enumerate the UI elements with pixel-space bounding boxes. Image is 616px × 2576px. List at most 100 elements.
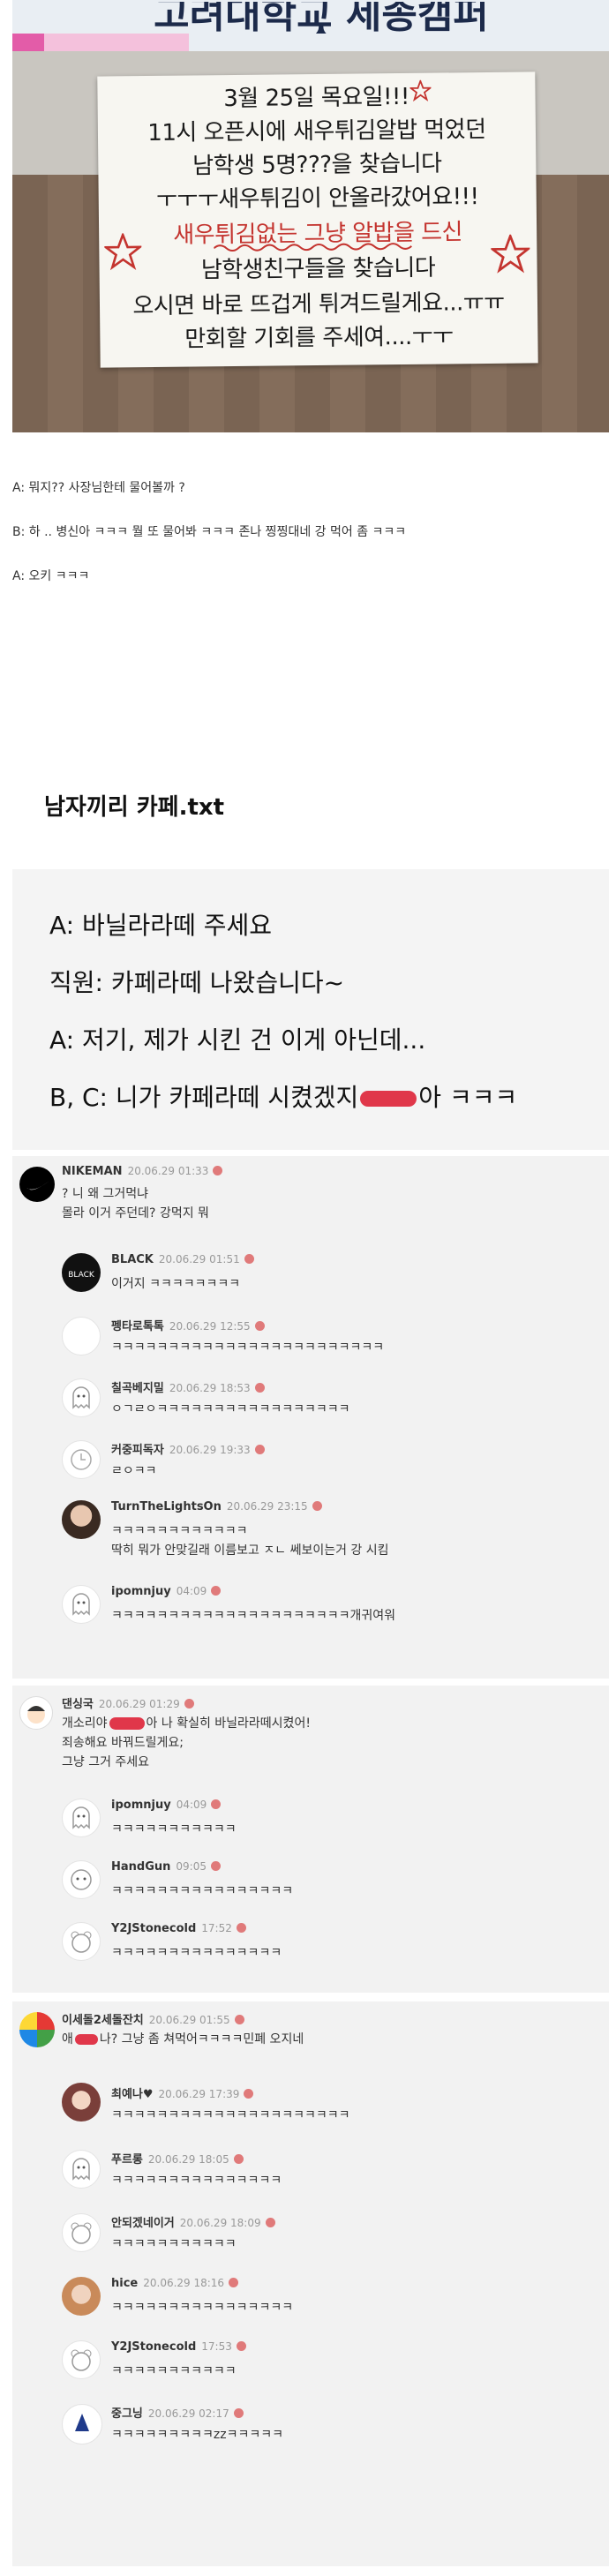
- bear-icon: [71, 2222, 92, 2244]
- section-title: 남자끼리 카페.txt: [44, 794, 225, 821]
- notice-photo: 고려대학교 세종캠퍼스 3월 25일 목요일!!! 11시 오픈시에 새우튀김알…: [12, 0, 609, 432]
- ghost-avatar-icon[interactable]: [62, 1799, 101, 1837]
- notice-line-4: ㅜㅜㅜ새우튀김이 안올라갔어요!!!: [155, 184, 479, 214]
- comment-date: 20.06.29 01:51: [158, 1253, 240, 1265]
- avatar[interactable]: [19, 1167, 55, 1202]
- level-badge-icon: [233, 2408, 244, 2418]
- level-badge-icon: [265, 2218, 275, 2227]
- reply-author[interactable]: HandGun 09:05: [111, 1860, 221, 1874]
- avatar[interactable]: [19, 2012, 55, 2047]
- comment-thread-1: NIKEMAN 20.06.29 01:33 ? 니 왜 그거먹냐 몰라 이거 주…: [12, 1156, 609, 1679]
- avatar[interactable]: [62, 2083, 101, 2122]
- reply-author[interactable]: 펭타로톡톡 20.06.29 12:55: [111, 1317, 265, 1333]
- bear-avatar-icon[interactable]: [62, 2340, 101, 2379]
- ghost-avatar-icon[interactable]: [62, 1378, 101, 1417]
- avatar[interactable]: [62, 2277, 101, 2316]
- avatar[interactable]: BLACK: [62, 1253, 101, 1292]
- robot-avatar-icon[interactable]: [62, 1860, 101, 1899]
- level-badge-icon: [244, 2089, 254, 2099]
- reply-author[interactable]: Y2JStonecold 17:52: [111, 1922, 246, 1935]
- ghost-avatar-icon[interactable]: [62, 2150, 101, 2189]
- comment-date: 20.06.29 18:05: [147, 2153, 229, 2166]
- comment-date: 20.06.29 18:53: [169, 1382, 251, 1394]
- reply-text: ㄹㅇㅋㅋ: [111, 1464, 157, 1478]
- avatar[interactable]: [62, 1317, 101, 1356]
- reply-author[interactable]: 최예나♥ 20.06.29 17:39: [111, 2084, 254, 2101]
- author-name: 펭타로톡톡: [111, 1320, 164, 1333]
- banner-pink-stripe: [12, 34, 189, 51]
- reply-text: ㅋㅋㅋㅋㅋㅋㅋㅋㅋㅋㅋ: [111, 2364, 237, 2378]
- reply-author[interactable]: BLACK 20.06.29 01:51: [111, 1253, 254, 1266]
- comment-author[interactable]: 댄싱국 20.06.29 01:29: [62, 1694, 194, 1711]
- clock-avatar-icon[interactable]: [62, 1440, 101, 1479]
- logo-icon: [75, 2414, 89, 2431]
- reply-author[interactable]: ipomnjuy 04:09: [111, 1585, 222, 1598]
- author-name: BLACK: [111, 1253, 154, 1266]
- notice-line-3: 남학생 5명???을 찾습니다: [192, 150, 442, 180]
- cafe-line-4-start: B, C: 니가 카페라떼 시켰겠지: [49, 1083, 359, 1112]
- notice-line-2: 11시 오픈시에 새우튀김알밥 먹었던: [147, 116, 486, 147]
- red-star-icon: [409, 79, 432, 101]
- comment-date: 17:53: [201, 2340, 232, 2353]
- reply-text: ㅋㅋㅋㅋㅋㅋㅋㅋㅋㅋㅋㅋㅋㅋㅋㅋ: [111, 2301, 294, 2315]
- reply-text: ㅋㅋㅋㅋㅋㅋㅋㅋㅋㅋㅋㅋㅋㅋㅋㅋ: [111, 1884, 294, 1898]
- comment-date: 20.06.29 18:16: [143, 2277, 225, 2289]
- comment-date: 20.06.29 02:17: [147, 2407, 229, 2420]
- dialogue-line-1: A: 뭐지?? 사장님한테 물어볼까 ?: [12, 481, 185, 495]
- ghost-avatar-icon[interactable]: [62, 1585, 101, 1624]
- red-star-icon: [104, 233, 142, 271]
- comment-date: 20.06.29 18:09: [179, 2217, 261, 2229]
- text: 나? 그냥 좀 쳐먹어ㅋㅋㅋㅋ민폐 오지네: [99, 2032, 304, 2047]
- comment-date: 20.06.29 23:15: [226, 1500, 308, 1513]
- censor-mark: [109, 1717, 145, 1730]
- ghost-icon: [72, 1806, 90, 1829]
- reply-author[interactable]: 푸르롱 20.06.29 18:05: [111, 2150, 244, 2167]
- reply-author[interactable]: ipomnjuy 04:09: [111, 1799, 222, 1812]
- cafe-line-2: 직원: 카페라떼 나왔습니다~: [49, 968, 345, 997]
- avatar[interactable]: [62, 2404, 102, 2445]
- reply-author[interactable]: 중그닝 20.06.29 02:17: [111, 2404, 244, 2421]
- banner-text: 고려대학교 세종캠퍼스: [154, 2, 489, 34]
- avatar[interactable]: [62, 1500, 101, 1539]
- level-badge-icon: [211, 1799, 222, 1809]
- author-name: 커중피독자: [111, 1444, 164, 1457]
- ghost-icon: [72, 2158, 90, 2181]
- avatar[interactable]: [19, 1696, 53, 1730]
- reply-author[interactable]: 칠곡베지밀 20.06.29 18:53: [111, 1378, 265, 1395]
- reply-author[interactable]: TurnTheLightsOn 20.06.29 23:15: [111, 1500, 322, 1513]
- reply-text: ㅋㅋㅋㅋㅋㅋㅋㅋㅋㅋㅋㅋ: [111, 1524, 248, 1538]
- comment-thread-2: 댄싱국 20.06.29 01:29 개소리야 아 나 확실히 바닐라라떼시켰어! …: [12, 1686, 609, 1993]
- notice-line-6: 남학생친구들을 찾습니다: [200, 254, 436, 284]
- reply-text: 딱히 뭐가 안맞길래 이름보고 ㅈㄴ 쎄보이는거 강 시킴: [111, 1543, 389, 1558]
- ghost-icon: [72, 1386, 90, 1409]
- comment-date: 09:05: [176, 1860, 207, 1873]
- bear-avatar-icon[interactable]: [62, 2213, 101, 2252]
- red-star-icon: [491, 234, 530, 274]
- reply-author[interactable]: 커중피독자 20.06.29 19:33: [111, 1440, 265, 1457]
- author-name: ipomnjuy: [111, 1799, 171, 1812]
- comment-author[interactable]: 이세돌2세돌잔치 20.06.29 01:55: [62, 2010, 244, 2027]
- reply-author[interactable]: Y2JStonecold 17:53: [111, 2340, 246, 2354]
- cafe-line-1: A: 바닐라라떼 주세요: [49, 911, 272, 940]
- author-name: 댄싱국: [62, 1698, 94, 1711]
- level-badge-icon: [234, 2015, 244, 2024]
- bear-icon: [71, 1931, 92, 1953]
- comment-author[interactable]: NIKEMAN 20.06.29 01:33: [62, 1165, 223, 1178]
- dialogue-line-2: B: 하 .. 병신아 ㅋㅋㅋ 뭘 또 물어봐 ㅋㅋㅋ 존나 찡찡대네 강 먹어…: [12, 525, 407, 539]
- author-name: ipomnjuy: [111, 1585, 171, 1598]
- text: 아 나 확실히 바닐라라떼시켰어!: [146, 1716, 311, 1731]
- black-logo-icon: BLACK: [68, 1271, 95, 1280]
- censor-mark: [74, 2034, 98, 2045]
- comment-date: 20.06.29 01:55: [148, 2014, 230, 2026]
- level-badge-icon: [233, 2154, 244, 2164]
- reply-author[interactable]: hice 20.06.29 18:16: [111, 2277, 239, 2290]
- robot-icon: [71, 1869, 92, 1890]
- top-banner: 고려대학교 세종캠퍼스: [12, 0, 609, 51]
- reply-text: ㅋㅋㅋㅋㅋㅋㅋㅋㅋㅋㅋㅋㅋㅋㅋ: [111, 1946, 282, 1960]
- svg-text:BLACK: BLACK: [68, 1271, 95, 1280]
- dialogue-line-3: A: 오키 ㅋㅋㅋ: [12, 569, 90, 583]
- reply-text: ㅋㅋㅋㅋㅋㅋㅋㅋㅋㅋㅋㅋㅋㅋㅋㅋㅋㅋㅋㅋㅋ개귀여워: [111, 1609, 395, 1623]
- bear-avatar-icon[interactable]: [62, 1922, 101, 1961]
- author-name: hice: [111, 2277, 139, 2290]
- reply-author[interactable]: 안되겠네이거 20.06.29 18:09: [111, 2213, 275, 2230]
